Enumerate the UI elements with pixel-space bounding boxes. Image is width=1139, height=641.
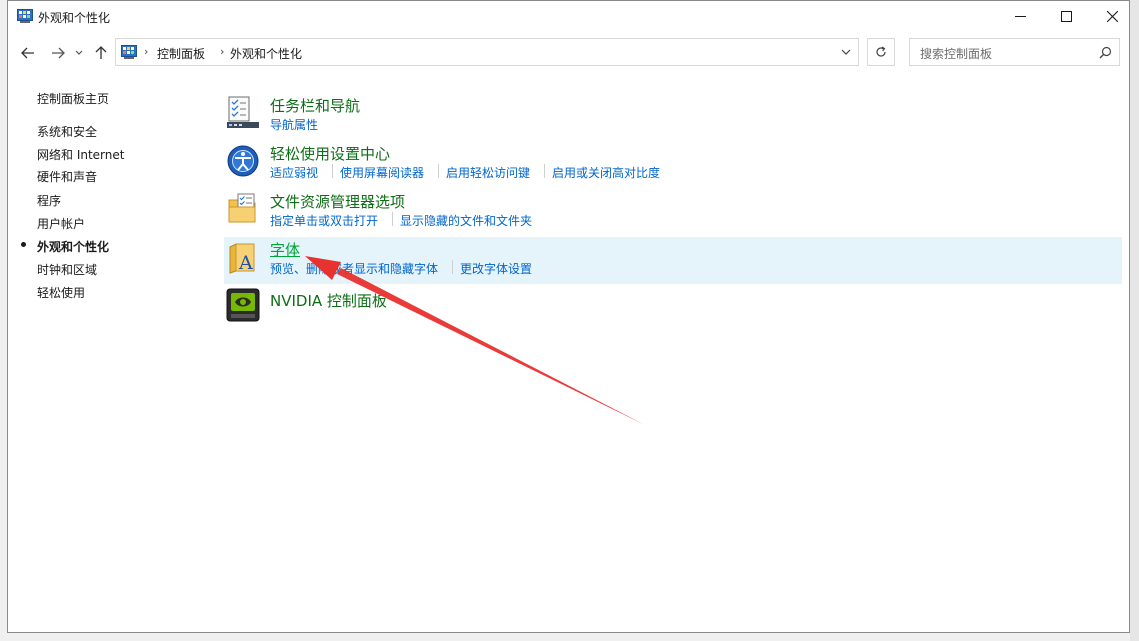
recent-locations-button[interactable] [72, 43, 86, 63]
title-bar: 外观和个性化 [8, 1, 1129, 33]
link-screen-reader[interactable]: 使用屏幕阅读器 [340, 164, 424, 181]
nvidia-icon[interactable] [226, 288, 260, 322]
maximize-icon [1060, 10, 1072, 22]
link-optimize-visual[interactable]: 适应弱视 [270, 164, 318, 181]
link-high-contrast[interactable]: 启用或关闭高对比度 [552, 164, 660, 181]
link-change-font-settings[interactable]: 更改字体设置 [460, 260, 532, 277]
close-icon [1106, 10, 1118, 22]
link-preview-delete-fonts[interactable]: 预览、删除或者显示和隐藏字体 [270, 260, 438, 277]
minimize-button[interactable] [997, 1, 1043, 31]
refresh-icon [876, 46, 886, 57]
breadcrumb-separator-icon[interactable]: › [144, 45, 148, 58]
up-button[interactable] [91, 43, 111, 63]
chevron-down-icon[interactable] [840, 46, 852, 58]
search-input[interactable]: 搜索控制面板 [920, 45, 992, 62]
back-button[interactable] [18, 43, 38, 63]
breadcrumb-separator-icon[interactable]: › [220, 45, 224, 58]
arrow-right-icon [52, 47, 65, 59]
category-fonts[interactable]: 字体 [270, 239, 300, 260]
sidebar-home-link[interactable]: 控制面板主页 [37, 90, 109, 107]
arrow-up-icon [95, 46, 107, 59]
active-bullet-icon [21, 242, 26, 247]
minimize-icon [1014, 15, 1026, 17]
breadcrumb-appearance[interactable]: 外观和个性化 [230, 45, 302, 62]
background-edge [1130, 0, 1139, 641]
link-show-hidden-files[interactable]: 显示隐藏的文件和文件夹 [400, 212, 532, 229]
sidebar-item-network[interactable]: 网络和 Internet [37, 146, 124, 163]
link-navigation-properties[interactable]: 导航属性 [270, 116, 318, 133]
address-bar[interactable]: › 控制面板 › 外观和个性化 [115, 38, 859, 66]
maximize-button[interactable] [1043, 1, 1089, 31]
category-nvidia-control-panel[interactable]: NVIDIA 控制面板 [270, 290, 387, 311]
link-single-double-click[interactable]: 指定单击或双击打开 [270, 212, 378, 229]
link-separator [452, 260, 453, 274]
category-ease-of-access-center[interactable]: 轻松使用设置中心 [270, 143, 390, 164]
sidebar-item-appearance[interactable]: 外观和个性化 [37, 238, 109, 255]
refresh-button[interactable] [867, 38, 895, 66]
link-separator [332, 164, 333, 178]
folder-options-icon[interactable] [226, 192, 260, 226]
sidebar-item-ease-of-access[interactable]: 轻松使用 [37, 284, 85, 301]
search-box[interactable]: 搜索控制面板 [909, 38, 1120, 66]
forward-button[interactable] [48, 43, 68, 63]
search-icon[interactable] [1099, 46, 1112, 59]
control-panel-icon [121, 45, 137, 59]
arrow-left-icon [21, 47, 34, 59]
category-taskbar-navigation[interactable]: 任务栏和导航 [270, 95, 360, 116]
sidebar-item-programs[interactable]: 程序 [37, 192, 61, 209]
link-separator [544, 164, 545, 178]
ease-of-access-icon[interactable] [226, 144, 260, 178]
link-accessibility-keys[interactable]: 启用轻松访问键 [446, 164, 530, 181]
breadcrumb-control-panel[interactable]: 控制面板 [157, 45, 205, 62]
link-separator [392, 212, 393, 226]
control-panel-icon [17, 9, 33, 23]
svg-text:A: A [238, 252, 253, 274]
window-title: 外观和个性化 [38, 11, 111, 25]
category-file-explorer-options[interactable]: 文件资源管理器选项 [270, 191, 405, 212]
fonts-icon[interactable]: A [226, 241, 260, 275]
chevron-down-icon [75, 50, 83, 55]
sidebar-item-user-accounts[interactable]: 用户帐户 [37, 215, 85, 232]
sidebar-item-system-security[interactable]: 系统和安全 [37, 123, 97, 140]
sidebar-item-hardware-sound[interactable]: 硬件和声音 [37, 168, 97, 185]
taskbar-icon[interactable] [226, 96, 260, 130]
close-button[interactable] [1089, 1, 1135, 31]
link-separator [438, 164, 439, 178]
control-panel-window: 外观和个性化 › 控制面板 › 外观和个性化 搜索控制面板 控制面板主页 系统和… [7, 0, 1130, 633]
sidebar-item-clock-region[interactable]: 时钟和区域 [37, 261, 97, 278]
navigation-bar: › 控制面板 › 外观和个性化 搜索控制面板 [8, 35, 1129, 69]
